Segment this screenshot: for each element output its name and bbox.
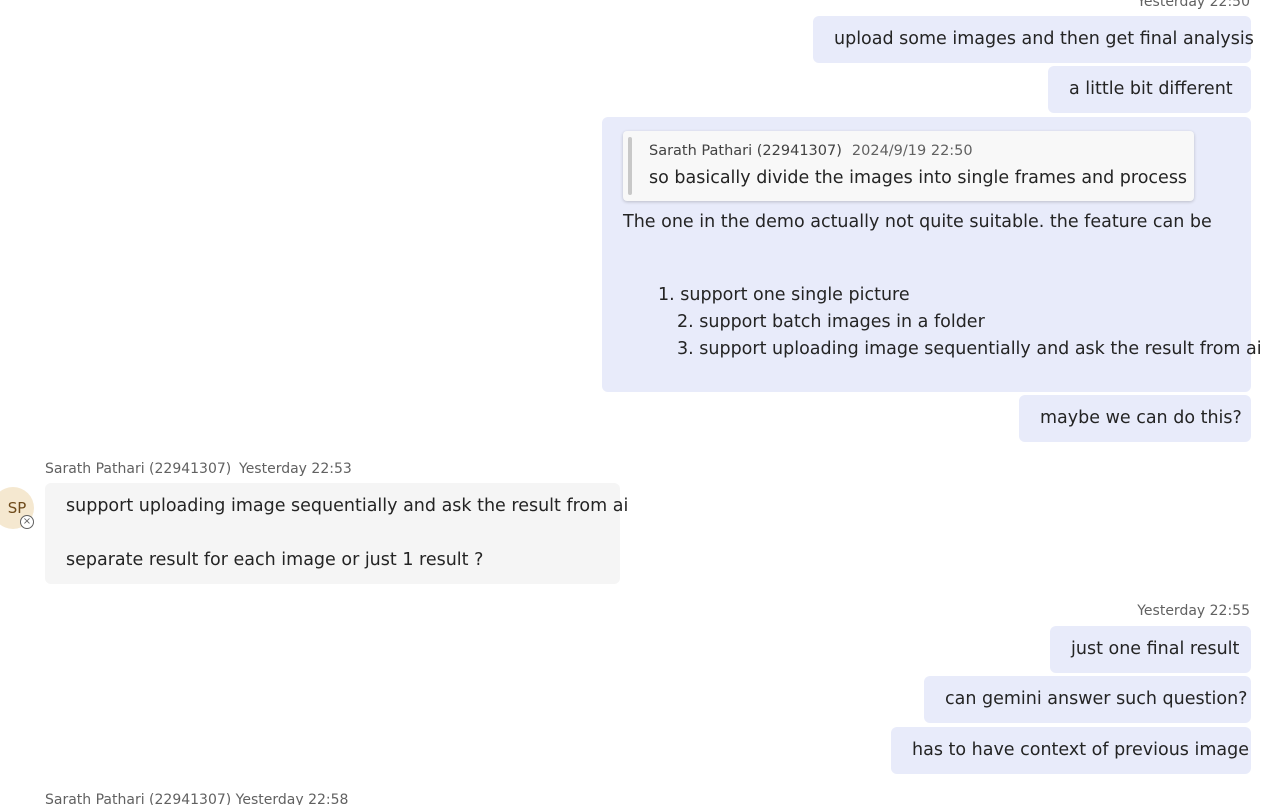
list-item: 3. support uploading image sequentially …: [677, 339, 1262, 359]
my-message-bubble[interactable]: maybe we can do this?: [1019, 395, 1251, 442]
quoted-message[interactable]: Sarath Pathari (22941307) 2024/9/19 22:50…: [623, 131, 1194, 201]
my-reply-message-bubble[interactable]: Sarath Pathari (22941307) 2024/9/19 22:50…: [602, 117, 1262, 392]
message-text: The one in the demo actually not quite s…: [623, 212, 1212, 232]
message-text: support uploading image sequentially and…: [66, 496, 629, 516]
message-text: can gemini answer such question?: [945, 689, 1248, 709]
quote-bar: [628, 137, 632, 195]
my-message-bubble[interactable]: just one final result: [1050, 626, 1251, 673]
message-timestamp: Yesterday 22:53: [239, 461, 352, 477]
quote-author: Sarath Pathari (22941307): [649, 143, 842, 159]
quote-text: so basically divide the images into sing…: [649, 168, 1194, 188]
my-message-bubble[interactable]: upload some images and then get final an…: [813, 16, 1254, 63]
message-timestamp: Yesterday 22:55: [1137, 603, 1250, 619]
sender-name: Sarath Pathari (22941307): [45, 461, 232, 477]
list-item: 1. support one single picture: [658, 285, 910, 305]
message-text: just one final result: [1071, 639, 1240, 659]
message-text: a little bit different: [1069, 79, 1233, 99]
list-item: 2. support batch images in a folder: [677, 312, 985, 332]
my-message-bubble[interactable]: has to have context of previous image: [891, 727, 1251, 774]
message-timestamp: Yesterday 22:50: [1137, 0, 1250, 10]
sender-header-cutoff: Sarath Pathari (22941307) Yesterday 22:5…: [45, 792, 349, 805]
quote-date: 2024/9/19 22:50: [851, 143, 973, 159]
my-message-bubble[interactable]: can gemini answer such question?: [924, 676, 1251, 723]
message-text: maybe we can do this?: [1040, 408, 1242, 428]
their-message-bubble[interactable]: support uploading image sequentially and…: [45, 483, 628, 584]
message-text: has to have context of previous image: [912, 740, 1249, 760]
message-text: separate result for each image or just 1…: [66, 550, 484, 570]
quote-header: Sarath Pathari (22941307) 2024/9/19 22:50: [649, 142, 973, 160]
presence-offline-icon: ×: [20, 515, 34, 529]
chat-message-list[interactable]: Yesterday 22:50 upload some images and t…: [0, 0, 1278, 805]
message-text: upload some images and then get final an…: [834, 29, 1254, 49]
my-message-bubble[interactable]: a little bit different: [1048, 66, 1251, 113]
